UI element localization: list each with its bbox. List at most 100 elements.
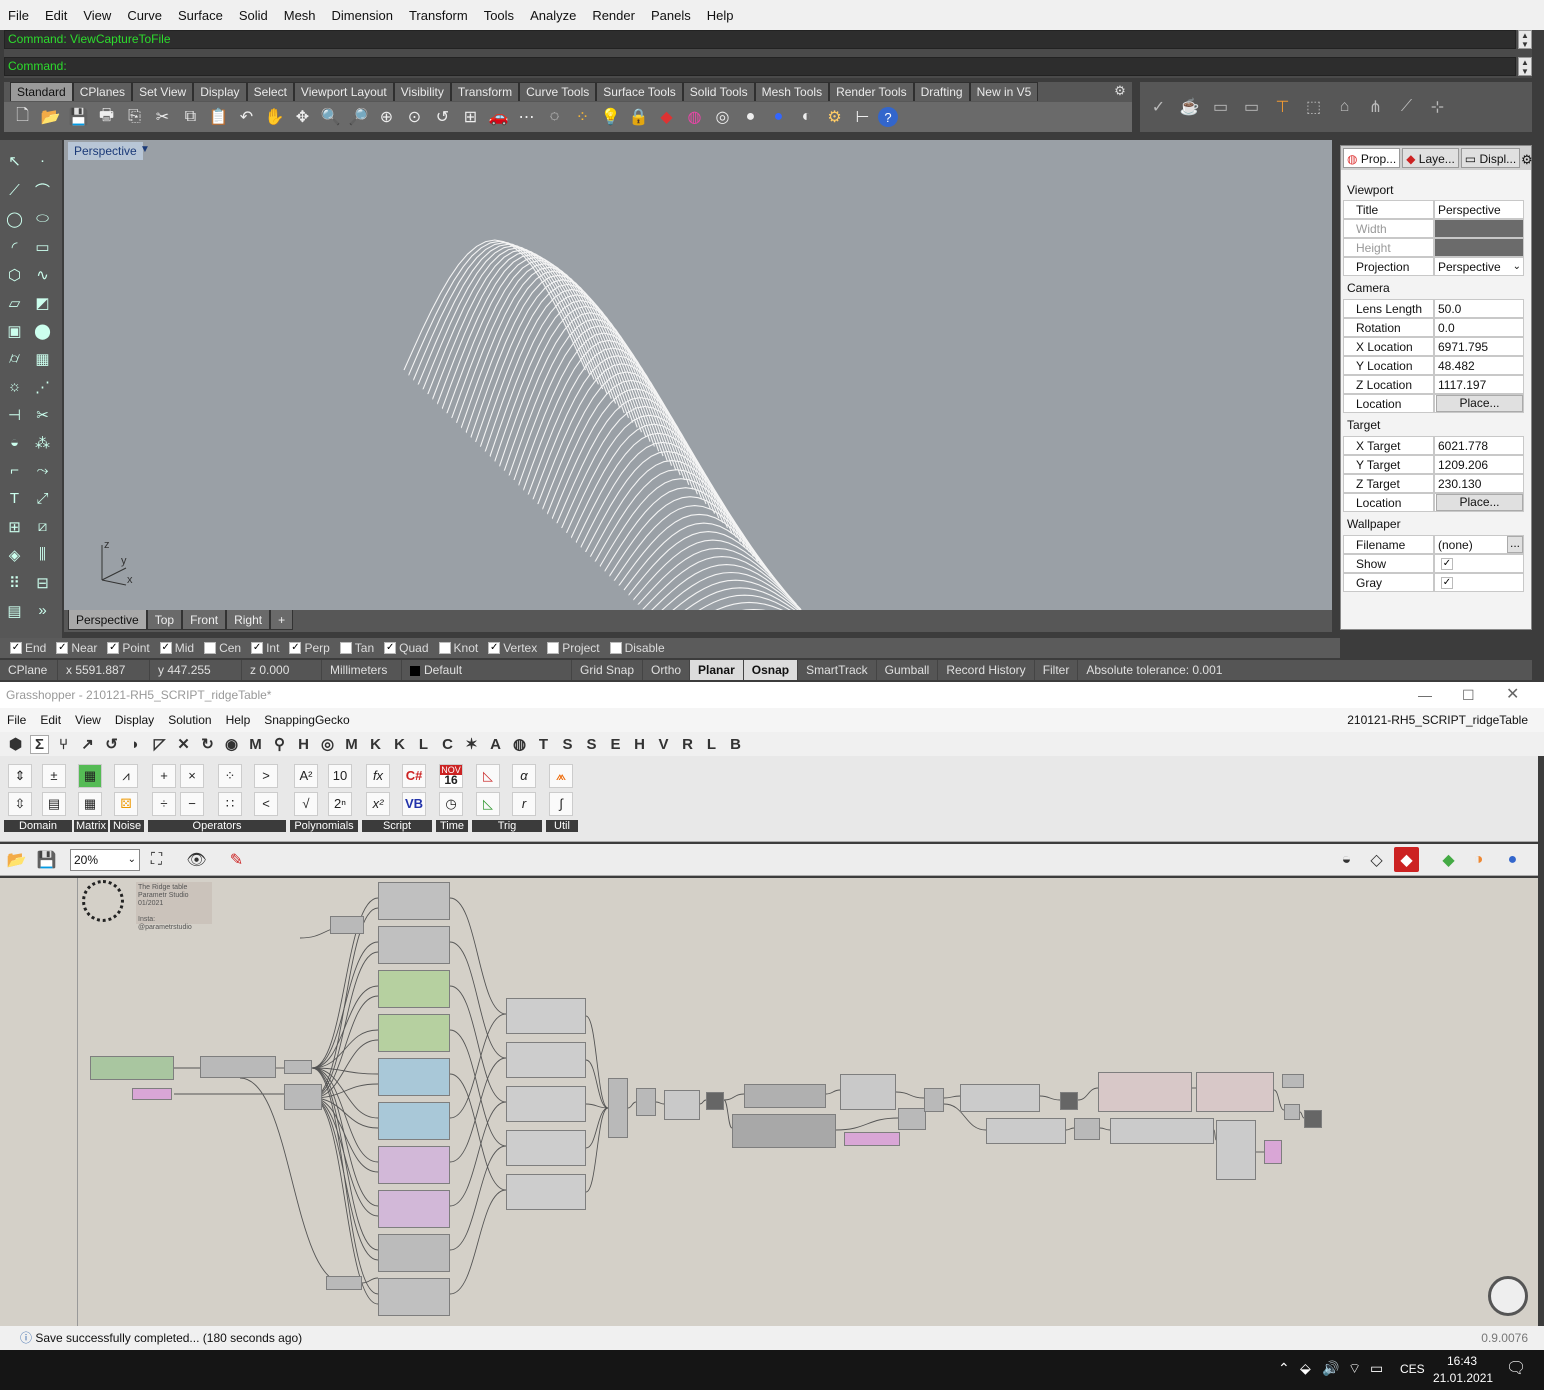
cat-tab-h1[interactable]: H: [294, 736, 313, 753]
gh-menu-help[interactable]: Help: [219, 713, 258, 727]
osnap-end[interactable]: ✓ End: [10, 641, 46, 655]
polyline-icon[interactable]: ⟋: [2, 178, 27, 203]
group-operators-label[interactable]: Operators: [148, 820, 286, 832]
tab-select[interactable]: Select: [246, 82, 294, 101]
light-tool-icon[interactable]: ☼: [2, 374, 27, 399]
gh-relay[interactable]: [1060, 1092, 1078, 1110]
group-matrix-label[interactable]: Matrix: [74, 820, 108, 832]
solid-box-icon[interactable]: ◈: [2, 542, 27, 567]
tray-up-arrow-icon[interactable]: ⌃: [1278, 1360, 1290, 1377]
circle-icon[interactable]: ◌: [542, 105, 567, 130]
zoom-extents-icon[interactable]: ⊕: [374, 105, 399, 130]
menu-edit[interactable]: Edit: [37, 8, 75, 23]
cat-tab-r[interactable]: R: [678, 736, 697, 753]
osnap-checkbox[interactable]: [438, 642, 451, 654]
lock-icon[interactable]: 🔒: [626, 105, 651, 130]
pan-hand-icon[interactable]: ✋: [262, 105, 287, 130]
points-icon[interactable]: ⁘: [570, 105, 595, 130]
vb-icon[interactable]: VB: [402, 792, 426, 816]
gh-relay[interactable]: [1304, 1110, 1322, 1128]
import-icon[interactable]: ⎘: [122, 105, 147, 130]
xtarget-field[interactable]: 6021.778: [1434, 436, 1524, 455]
remap-icon[interactable]: ▤: [42, 792, 66, 816]
array-tool-icon[interactable]: ⫼: [30, 542, 55, 567]
tab-visibility[interactable]: Visibility: [393, 82, 451, 101]
larger-than-icon[interactable]: >: [254, 764, 278, 788]
gh-group[interactable]: [1196, 1072, 1274, 1112]
cut-icon[interactable]: ✂: [150, 105, 175, 130]
arc-tool-icon[interactable]: ◜: [2, 234, 27, 259]
alpha-icon[interactable]: α: [512, 764, 536, 788]
osnap-checkbox[interactable]: ✓: [159, 642, 172, 654]
osnap-checkbox[interactable]: ✓: [289, 642, 302, 654]
cat-star-icon[interactable]: ✶: [462, 735, 481, 753]
gh-group[interactable]: [960, 1084, 1040, 1112]
tab-render-tools[interactable]: Render Tools: [829, 82, 914, 101]
status-record-history[interactable]: Record History: [938, 660, 1035, 680]
gh-graph-mapper[interactable]: [378, 1102, 450, 1140]
cat-sets-icon[interactable]: ⑂: [54, 736, 73, 753]
gh-graph-mapper[interactable]: [378, 1058, 450, 1096]
four-views-icon[interactable]: ⊞: [458, 105, 483, 130]
panel-tool-icon[interactable]: ▤: [2, 598, 27, 623]
cat-tab-t[interactable]: T: [534, 736, 553, 753]
dimension-tool-icon[interactable]: ⊣: [2, 402, 27, 427]
color-wheel-icon[interactable]: ◍: [682, 105, 707, 130]
menu-panels[interactable]: Panels: [643, 8, 699, 23]
gh-param[interactable]: [132, 1088, 172, 1100]
vp-tab-right[interactable]: Right: [226, 610, 271, 630]
osnap-quad[interactable]: ✓ Quad: [384, 641, 429, 655]
edit-pts-icon[interactable]: ⋰: [30, 374, 55, 399]
check-icon[interactable]: ✓: [1146, 95, 1171, 120]
gh-param[interactable]: [844, 1132, 900, 1146]
wifi-icon[interactable]: ⌔: [1348, 1360, 1361, 1378]
viewport-title[interactable]: Perspective: [68, 142, 143, 160]
analyze-tool-icon[interactable]: ⧄: [30, 514, 55, 539]
osnap-knot[interactable]: Knot: [438, 641, 478, 655]
cat-tab-k1[interactable]: K: [366, 736, 385, 753]
osnap-checkbox[interactable]: [609, 642, 622, 654]
menu-view[interactable]: View: [75, 8, 119, 23]
point-icon[interactable]: ·: [30, 148, 55, 173]
display-sphere-icon[interactable]: ●: [1500, 847, 1525, 872]
gh-menu-solution[interactable]: Solution: [161, 713, 218, 727]
expression-icon[interactable]: fx: [366, 764, 390, 788]
layer-icon[interactable]: ◆: [654, 105, 679, 130]
menu-help[interactable]: Help: [699, 8, 742, 23]
preview-off-icon[interactable]: ◒: [1334, 847, 1359, 872]
rectangle-tool-icon[interactable]: ▭: [30, 234, 55, 259]
tab-display[interactable]: Display: [193, 82, 247, 101]
cat-tab-l1[interactable]: L: [414, 736, 433, 753]
text-tool-icon[interactable]: T: [2, 486, 27, 511]
gh-cluster[interactable]: [506, 1130, 586, 1166]
osnap-cen[interactable]: Cen: [204, 641, 241, 655]
dimension-icon[interactable]: ⊢: [850, 105, 875, 130]
zoom-select[interactable]: 20% ⌄: [70, 849, 140, 871]
osnap-tan[interactable]: Tan: [339, 641, 374, 655]
addition-icon[interactable]: +: [152, 764, 176, 788]
cat-tab-c[interactable]: C: [438, 736, 457, 753]
osnap-checkbox[interactable]: [204, 642, 217, 654]
cat-tab-a[interactable]: A: [486, 736, 505, 753]
gh-group[interactable]: [1110, 1118, 1214, 1144]
cat-curve-icon[interactable]: ↺: [102, 735, 121, 753]
select-arrow-icon[interactable]: ↖: [2, 148, 27, 173]
osnap-near[interactable]: ✓ Near: [56, 641, 97, 655]
viewport-menu-arrow-icon[interactable]: ▼: [140, 144, 150, 155]
tab-drafting[interactable]: Drafting: [913, 82, 970, 101]
gh-component[interactable]: [1284, 1104, 1300, 1120]
wireframe-preview-icon[interactable]: ◇: [1364, 847, 1389, 872]
gh-graph-mapper[interactable]: [378, 1146, 450, 1184]
tab-viewport-layout[interactable]: Viewport Layout: [293, 82, 394, 101]
cat-plugin-icon[interactable]: ⚲: [270, 735, 289, 753]
cat-display-icon[interactable]: ◉: [222, 735, 241, 753]
fillet-tool-icon[interactable]: ⌐: [2, 458, 27, 483]
gh-group[interactable]: [986, 1118, 1066, 1144]
lens-field[interactable]: 50.0: [1434, 299, 1524, 318]
osnap-point[interactable]: ✓ Point: [107, 641, 150, 655]
title-field[interactable]: Perspective: [1434, 200, 1524, 219]
undo-icon[interactable]: ↶: [234, 105, 259, 130]
save-file-icon[interactable]: 💾: [34, 847, 59, 872]
extrude-tool-icon[interactable]: ◩: [30, 290, 55, 315]
zoom-selected-icon[interactable]: ⊙: [402, 105, 427, 130]
